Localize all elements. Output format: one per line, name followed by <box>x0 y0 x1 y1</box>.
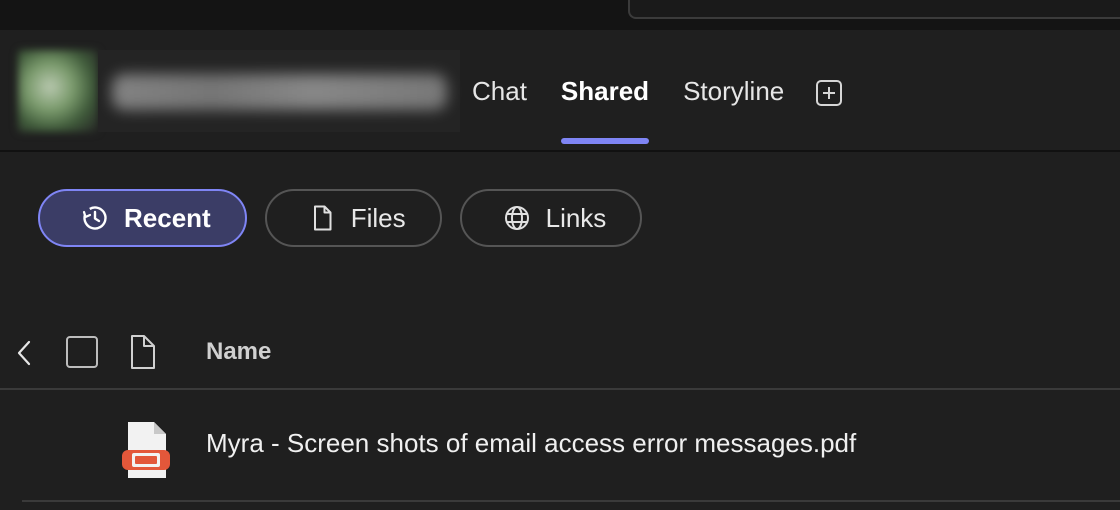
file-name[interactable]: Myra - Screen shots of email access erro… <box>206 428 856 459</box>
filter-recent-button[interactable]: Recent <box>38 189 247 247</box>
avatar[interactable] <box>18 50 98 132</box>
file-icon <box>307 203 337 233</box>
contact-name <box>98 50 460 132</box>
search-bar-edge <box>628 0 1120 19</box>
add-tab-icon[interactable] <box>816 80 842 106</box>
file-type-icon <box>131 335 155 369</box>
filter-links-label: Links <box>545 202 607 233</box>
table-row[interactable]: Myra - Screen shots of email access erro… <box>22 390 1120 502</box>
filter-files-label: Files <box>350 202 406 233</box>
filter-recent-label: Recent <box>124 202 211 233</box>
filter-pills: Recent Files Links <box>38 189 660 247</box>
filter-links-button[interactable]: Links <box>459 189 643 247</box>
globe-icon <box>502 203 532 233</box>
filter-files-button[interactable]: Files <box>264 189 442 247</box>
select-all-checkbox[interactable] <box>66 336 98 368</box>
teams-shared-view: Chat Shared Storyline Recent Files Links… <box>0 0 1120 510</box>
chevron-left-icon[interactable] <box>14 338 36 368</box>
column-header-name[interactable]: Name <box>206 338 271 366</box>
tab-storyline[interactable]: Storyline <box>683 70 784 107</box>
contact-name-blurred <box>112 74 447 110</box>
history-icon <box>80 203 110 233</box>
pdf-file-icon <box>122 422 170 478</box>
window-top-strip <box>0 0 1120 30</box>
chat-header: Chat Shared Storyline <box>0 30 1120 152</box>
file-list-header: Name <box>0 320 1120 390</box>
tab-chat[interactable]: Chat <box>472 70 527 107</box>
header-tabs: Chat Shared Storyline <box>472 70 818 150</box>
tab-shared[interactable]: Shared <box>560 70 650 144</box>
